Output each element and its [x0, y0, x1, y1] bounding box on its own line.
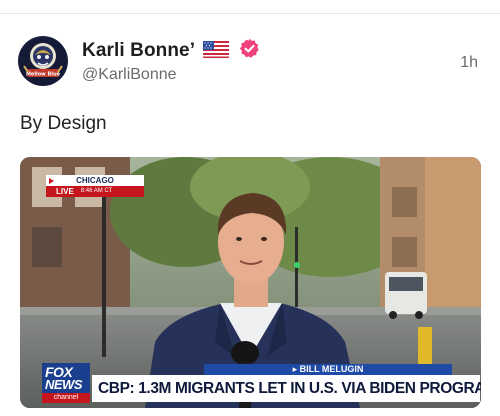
live-label: LIVE — [56, 187, 74, 196]
chyron-name-text: BILL MELUGIN — [299, 364, 364, 374]
live-time: 8:46 AM CT — [80, 188, 113, 194]
avatar-logo-text: Mellow Blue — [26, 72, 61, 78]
top-divider — [0, 13, 500, 14]
verified-badge-icon — [239, 38, 260, 65]
location-city: CHICAGO — [76, 176, 114, 185]
chyron-reporter-name: ▸ BILL MELUGIN — [204, 364, 452, 375]
avatar[interactable]: Mellow Blue — [18, 36, 68, 86]
author-name-text[interactable]: Karli Bonne’ — [82, 40, 194, 61]
fox-logo-line3: channel — [42, 393, 90, 403]
post-text: By Design — [20, 113, 107, 134]
play-triangle-icon — [49, 178, 54, 184]
chyron-headline: CBP: 1.3M MIGRANTS LET IN U.S. VIA BIDEN… — [92, 375, 481, 402]
post-video-thumbnail[interactable]: CHICAGO LIVE 8:46 AM CT FOX NEWS channel… — [20, 157, 481, 408]
avatar-logo: Mellow Blue — [19, 37, 67, 85]
us-flag-icon — [203, 41, 230, 64]
location-bug: CHICAGO LIVE 8:46 AM CT — [46, 175, 144, 197]
fox-logo-line2: NEWS — [45, 377, 83, 392]
fox-news-logo: FOX NEWS channel — [42, 363, 90, 403]
post-header: Mellow Blue Karli Bonne’ @KarliBonne 1h — [18, 36, 488, 88]
post-timestamp[interactable]: 1h — [460, 54, 478, 72]
author-handle[interactable]: @KarliBonne — [82, 66, 177, 84]
chyron-arrow-icon: ▸ — [292, 364, 300, 374]
author-display-name[interactable]: Karli Bonne’ — [82, 38, 260, 65]
